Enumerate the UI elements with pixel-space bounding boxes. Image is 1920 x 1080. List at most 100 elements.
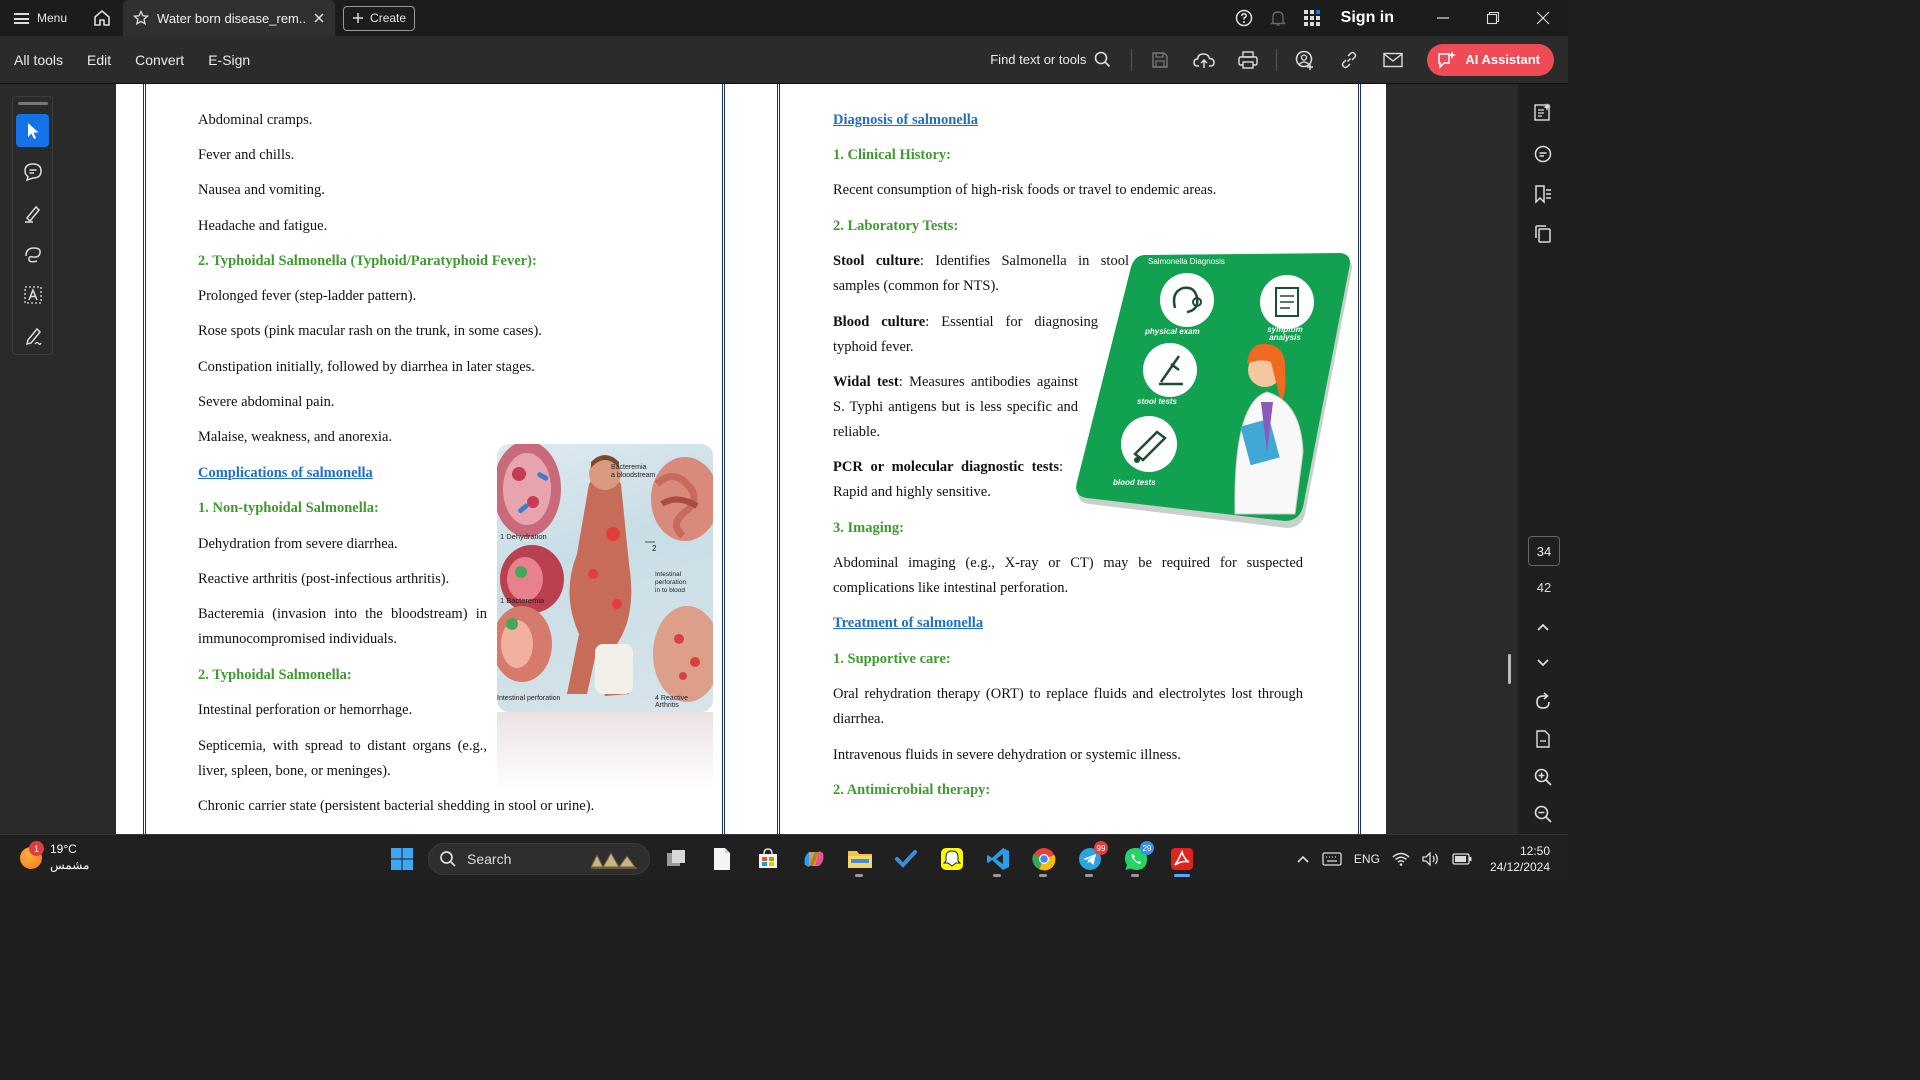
vscode-button[interactable] [978,839,1018,879]
find-text-button[interactable]: Find text or tools [990,51,1125,68]
print-button[interactable] [1226,36,1270,84]
bell-icon [1269,11,1286,26]
vertical-scrollbar[interactable] [1508,654,1511,684]
edit-panel-button[interactable] [1531,100,1555,124]
document-tab[interactable]: Water born disease_rem... [123,0,336,36]
weather-widget[interactable]: 1 19°C مشمس [20,841,89,873]
document-viewer[interactable]: Abdominal cramps. Fever and chills. Naus… [0,84,1518,834]
diagnosis-heading: Diagnosis of salmonella [833,112,979,128]
card-item-label: blood tests [1113,478,1156,487]
minimize-button[interactable] [1418,0,1468,36]
section-heading: 3. Imaging: [833,520,904,536]
section-heading: 1. Clinical History: [833,147,952,163]
notepad-button[interactable] [702,839,742,879]
language-indicator[interactable]: ENG [1354,852,1380,866]
title-bar: Menu Water born disease_rem... Create Si… [0,0,1568,36]
sign-in-button[interactable]: Sign in [1329,9,1418,27]
link-icon [1342,51,1357,68]
chevron-up-icon[interactable] [1296,854,1310,864]
taskbar-search[interactable]: Search [428,843,650,875]
fit-page-button[interactable] [1531,727,1555,751]
highlight-tool-button[interactable] [16,196,49,229]
previous-page-button[interactable] [1531,615,1555,639]
menu-all-tools[interactable]: All tools [0,52,75,68]
acrobat-button[interactable] [1162,839,1202,879]
draw-tool-button[interactable] [16,237,49,270]
chrome-button[interactable] [1024,839,1064,879]
symptom-line: Constipation initially, followed by diar… [198,359,535,375]
share-user-icon [1296,50,1314,70]
figure-label: Intestinal perforation [497,695,561,702]
text-box-icon [23,285,42,304]
zoom-in-button[interactable] [1531,765,1555,789]
select-tool-button[interactable] [16,114,49,147]
file-explorer-button[interactable] [840,839,880,879]
rotate-button[interactable] [1531,690,1555,714]
text-box-tool-button[interactable] [16,278,49,311]
upload-cloud-button[interactable] [1182,36,1226,84]
email-button[interactable] [1371,36,1415,84]
running-indicator [855,874,863,877]
todo-button[interactable] [886,839,926,879]
home-button[interactable] [81,0,123,36]
whatsapp-button[interactable]: 29 [1116,839,1156,879]
telegram-button[interactable]: 99 [1070,839,1110,879]
start-button[interactable] [382,839,422,879]
section-heading: 1. Non-typhoidal Salmonella: [198,500,379,516]
close-window-button[interactable] [1518,0,1568,36]
volume-icon[interactable] [1422,852,1440,866]
figure-label: 1 Dehydration [500,532,547,541]
rail-grip[interactable] [17,102,48,105]
comments-panel-button[interactable] [1531,142,1555,166]
close-tab-icon[interactable] [313,12,325,24]
apps-grid-icon [1303,10,1320,26]
section-heading: 2. Typhoidal Salmonella (Typhoid/Paratyp… [198,253,537,269]
next-page-button[interactable] [1531,651,1555,675]
notifications-button[interactable] [1261,0,1295,36]
restore-button[interactable] [1468,0,1518,36]
wifi-icon[interactable] [1392,852,1410,866]
copy-pages-icon [1535,225,1551,243]
share-people-button[interactable] [1283,36,1327,84]
comment-tool-button[interactable] [16,155,49,188]
comment-icon [23,162,42,181]
term: Blood culture [833,314,926,330]
menu-convert[interactable]: Convert [123,52,196,68]
term: PCR or molecular diagnostic tests [833,459,1059,475]
apps-button[interactable] [1295,0,1329,36]
sunny-weather-icon: 1 [20,841,44,869]
current-page-input[interactable]: 34 [1528,536,1560,566]
keyboard-icon[interactable] [1322,852,1342,866]
star-icon[interactable] [133,10,150,26]
help-button[interactable] [1227,0,1261,36]
illustration-reflection [497,712,713,792]
create-button[interactable]: Create [343,5,416,31]
store-button[interactable] [748,839,788,879]
running-indicator [1039,874,1047,877]
minimize-icon [1437,17,1449,19]
system-tray: ENG 12:50 24/12/2024 [1296,835,1550,883]
plus-icon [353,13,364,23]
copy-link-button[interactable] [1327,36,1371,84]
menu-edit[interactable]: Edit [75,52,123,68]
quick-tools-rail [12,96,53,355]
menu-esign[interactable]: E-Sign [196,52,262,68]
sign-tool-button[interactable] [16,319,49,352]
zoom-in-icon [1534,768,1552,786]
app-snapchat-button[interactable] [932,839,972,879]
zoom-out-button[interactable] [1531,802,1555,826]
symptom-line: Abdominal cramps. [198,112,313,128]
running-indicator [1131,874,1139,877]
menu-button[interactable]: Menu [0,0,81,36]
ai-assistant-button[interactable]: AI Assistant [1427,43,1554,76]
copilot-button[interactable] [794,839,834,879]
bookmarks-panel-button[interactable] [1531,182,1555,206]
windows-logo-icon [391,848,413,870]
task-view-button[interactable] [656,839,696,879]
clock[interactable]: 12:50 24/12/2024 [1490,843,1550,875]
pages-panel-button[interactable] [1531,222,1555,246]
pcr-paragraph: PCR or molecular diagnostic tests: Rapid… [833,455,1063,505]
battery-charging-icon[interactable] [1452,852,1472,866]
save-button[interactable] [1138,36,1182,84]
ai-assistant-icon [1438,50,1457,69]
